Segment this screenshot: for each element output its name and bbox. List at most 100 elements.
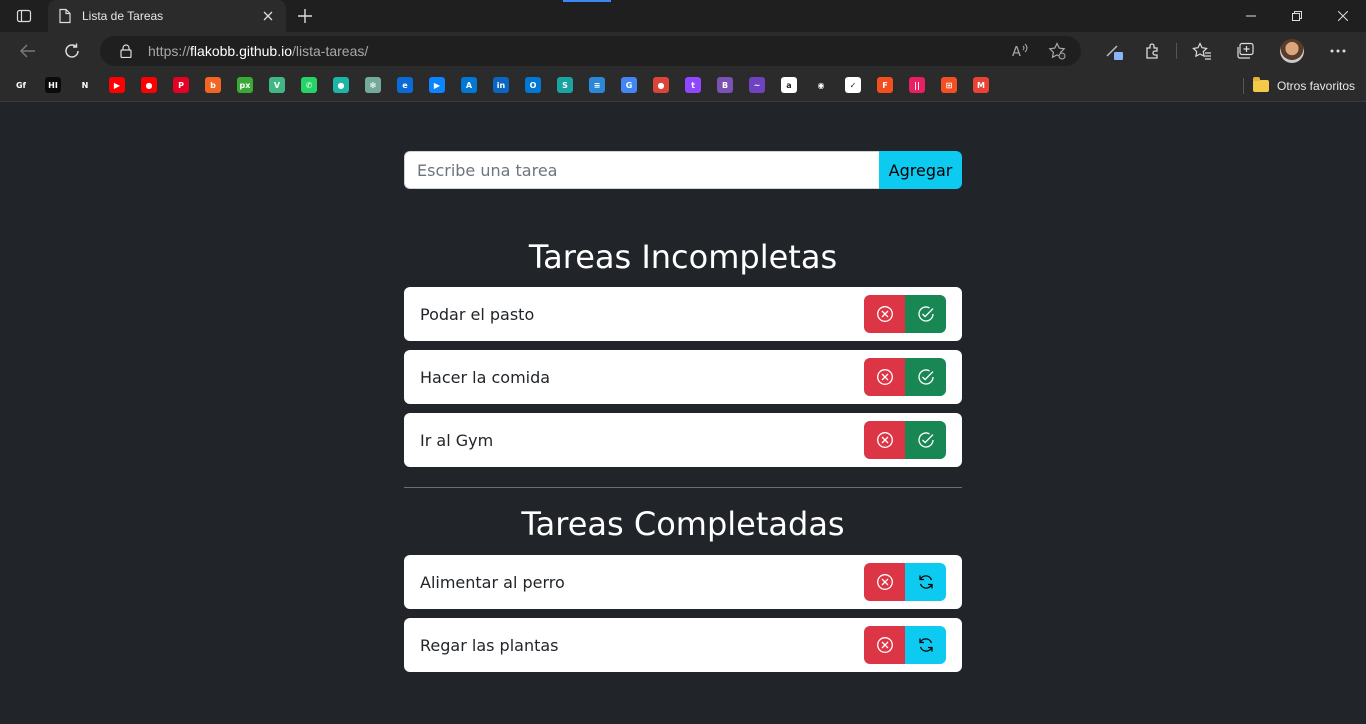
arrow-repeat-icon	[918, 575, 933, 589]
bookmark-edge-icon[interactable]: e	[397, 77, 413, 93]
task-actions	[864, 421, 946, 459]
bookmark-microsoft-icon[interactable]: ⊞	[941, 77, 957, 93]
section-divider	[404, 487, 962, 488]
complete-task-card: Regar las plantas	[404, 618, 962, 672]
delete-task-button[interactable]	[864, 358, 905, 396]
check-circle-icon	[917, 432, 934, 448]
bookmark-figma-icon[interactable]: F	[877, 77, 893, 93]
bookmark-twitch-icon[interactable]: t	[685, 77, 701, 93]
x-circle-icon	[876, 574, 893, 590]
back-button[interactable]	[14, 37, 42, 65]
bookmark-youtube-icon[interactable]: ▶	[109, 77, 125, 93]
address-bar[interactable]: https://flakobb.github.io/lista-tareas/ …	[100, 36, 1081, 66]
bookmark-outlook-icon[interactable]: O	[525, 77, 541, 93]
lock-icon[interactable]	[118, 43, 134, 59]
bookmark-linkedin-icon[interactable]: in	[493, 77, 509, 93]
extensions-icon[interactable]	[1142, 40, 1164, 62]
bookmark-b-orange-icon[interactable]: b	[205, 77, 221, 93]
bookmark-whatsapp-icon[interactable]: ✆	[301, 77, 317, 93]
close-window-button[interactable]	[1320, 0, 1366, 32]
arrow-repeat-icon	[918, 638, 933, 652]
delete-task-button[interactable]	[864, 626, 905, 664]
complete-task-button[interactable]	[905, 295, 946, 333]
bookmark-azure-icon[interactable]: A	[461, 77, 477, 93]
task-text: Ir al Gym	[420, 430, 494, 450]
bookmark-bootstrap-icon[interactable]: B	[717, 77, 733, 93]
bookmark-px-icon[interactable]: px	[237, 77, 253, 93]
delete-task-button[interactable]	[864, 563, 905, 601]
bookmark-rainbow-icon[interactable]: ||	[909, 77, 925, 93]
bookmark-chatgpt-icon[interactable]: ✻	[365, 77, 381, 93]
incomplete-task-card: Ir al Gym	[404, 413, 962, 467]
minimize-button[interactable]	[1228, 0, 1274, 32]
task-text: Hacer la comida	[420, 367, 551, 387]
complete-task-card: Alimentar al perro	[404, 555, 962, 609]
svg-text:A: A	[1012, 45, 1021, 59]
x-circle-icon	[876, 369, 893, 385]
accent-line	[563, 0, 611, 2]
task-form: Agregar	[404, 151, 962, 189]
tab-close-icon[interactable]	[260, 8, 276, 24]
task-text: Alimentar al perro	[420, 572, 565, 592]
extension-pen-icon[interactable]	[1103, 40, 1125, 62]
profile-avatar[interactable]	[1280, 39, 1304, 63]
bookmarks-bar: Otros favoritos Gf HI N ▶ ● Pb px V ✆ ● ✻ e ▶ Ain O S ≡ G…	[0, 70, 1366, 102]
bookmark-netflix-icon[interactable]: N	[77, 77, 93, 93]
bookmark-github-icon[interactable]: ◉	[813, 77, 829, 93]
refresh-icon	[65, 43, 79, 58]
undo-task-button[interactable]	[905, 563, 946, 601]
minimize-icon	[1246, 15, 1256, 17]
bookmark-doc-icon[interactable]: ✓	[845, 77, 861, 93]
incomplete-task-card: Podar el pasto	[404, 287, 962, 341]
add-task-button[interactable]: Agregar	[879, 151, 962, 189]
complete-task-button[interactable]	[905, 421, 946, 459]
tab-title: Lista de Tareas	[82, 9, 164, 23]
bookmark-gmail-icon[interactable]: M	[973, 77, 989, 93]
bookmark-google-circle-icon[interactable]: ●	[653, 77, 669, 93]
restore-button[interactable]	[1274, 0, 1320, 32]
other-favorites-label: Otros favoritos	[1277, 79, 1356, 93]
add-favorite-icon[interactable]	[1048, 42, 1066, 60]
bookmark-gf-icon[interactable]: Gf	[13, 77, 29, 93]
plus-icon	[298, 9, 312, 23]
task-input[interactable]	[404, 151, 879, 189]
bookmark-notes-icon[interactable]: ≡	[589, 77, 605, 93]
task-text: Regar las plantas	[420, 635, 559, 655]
bookmark-s-teal-icon[interactable]: S	[557, 77, 573, 93]
restore-icon	[1292, 11, 1302, 21]
bookmark-youtube-music-icon[interactable]: ●	[141, 77, 157, 93]
task-text: Podar el pasto	[420, 304, 535, 324]
browser-toolbar: https://flakobb.github.io/lista-tareas/ …	[0, 32, 1366, 70]
bookmark-chat-icon[interactable]: ●	[333, 77, 349, 93]
collections-icon[interactable]	[1235, 40, 1257, 62]
bookmark-hi-icon[interactable]: HI	[45, 77, 61, 93]
complete-task-button[interactable]	[905, 358, 946, 396]
browser-tab[interactable]: Lista de Tareas	[48, 0, 286, 32]
bookmark-wave-icon[interactable]: ~	[749, 77, 765, 93]
bookmark-play-icon[interactable]: ▶	[429, 77, 445, 93]
bookmark-translate-icon[interactable]: G	[621, 77, 637, 93]
tab-actions-button[interactable]	[8, 4, 40, 28]
delete-task-button[interactable]	[864, 421, 905, 459]
bookmark-vue-icon[interactable]: V	[269, 77, 285, 93]
bookmark-amazon-icon[interactable]: a	[781, 77, 797, 93]
url-text[interactable]: https://flakobb.github.io/lista-tareas/	[148, 43, 368, 59]
arrow-left-icon	[19, 44, 35, 58]
delete-task-button[interactable]	[864, 295, 905, 333]
browser-titlebar: Lista de Tareas	[0, 0, 1366, 32]
new-tab-button[interactable]	[292, 4, 318, 28]
bookmark-pinterest-icon[interactable]: P	[173, 77, 189, 93]
tab-actions-icon	[16, 9, 32, 23]
favorites-icon[interactable]	[1191, 40, 1213, 62]
x-circle-icon	[876, 432, 893, 448]
refresh-button[interactable]	[58, 37, 86, 65]
task-actions	[864, 563, 946, 601]
x-circle-icon	[876, 637, 893, 653]
page-icon	[59, 8, 71, 24]
toolbar-divider	[1176, 43, 1177, 59]
incomplete-tasks-title: Tareas Incompletas	[528, 238, 838, 276]
more-menu-icon[interactable]	[1327, 40, 1349, 62]
read-aloud-icon[interactable]: A	[1012, 42, 1030, 60]
undo-task-button[interactable]	[905, 626, 946, 664]
other-favorites-folder[interactable]: Otros favoritos	[1253, 77, 1355, 95]
